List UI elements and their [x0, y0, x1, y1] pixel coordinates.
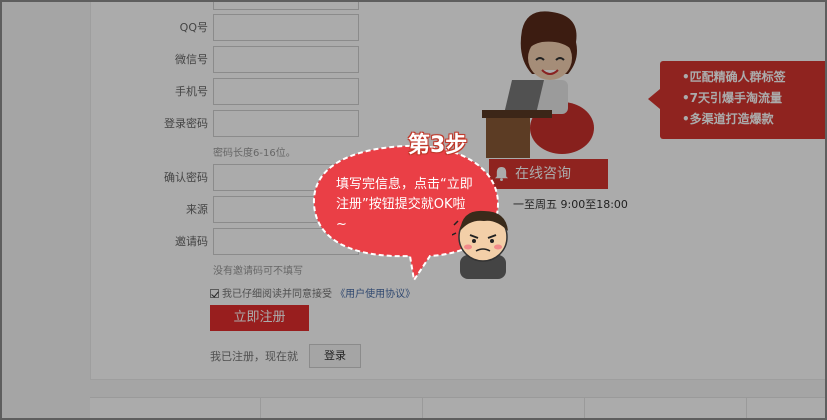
promo-tag: •7天引爆手淘流量 — [682, 91, 783, 105]
login-button[interactable]: 登录 — [309, 344, 361, 368]
already-registered-text: 我已注册，现在就 — [210, 350, 298, 363]
password-label: 登录密码 — [164, 117, 208, 130]
password-input[interactable] — [213, 110, 359, 137]
agree-text: 我已仔细阅读并同意接受 — [222, 289, 332, 300]
password-hint: 密码长度6-16位。 — [213, 148, 296, 159]
partial-input[interactable] — [213, 2, 359, 10]
consult-label: 在线咨询 — [515, 166, 571, 182]
invite-hint: 没有邀请码可不填写 — [213, 266, 303, 277]
promo-tag: •多渠道打造爆款 — [682, 112, 774, 126]
phone-label: 手机号 — [175, 85, 208, 98]
online-consult-button[interactable]: 在线咨询 — [489, 159, 608, 189]
qq-label: QQ号 — [179, 21, 208, 34]
cartoon-man-icon — [452, 210, 508, 279]
step-label: 第3步 — [408, 133, 468, 158]
register-button[interactable]: 立即注册 — [210, 305, 309, 331]
footer-strip — [90, 397, 825, 418]
agreement-link[interactable]: 《用户使用协议》 — [335, 289, 415, 300]
phone-input[interactable] — [213, 78, 359, 105]
service-hours: 一至周五 9:00至18:00 — [513, 198, 628, 211]
footer-divider — [746, 398, 747, 418]
wechat-input[interactable] — [213, 46, 359, 73]
qq-input[interactable] — [213, 14, 359, 41]
invite-label: 邀请码 — [175, 235, 208, 248]
promo-tags: •匹配精确人群标签 •7天引爆手淘流量 •多渠道打造爆款 — [648, 61, 825, 139]
agree-checkbox[interactable] — [210, 289, 219, 298]
footer-divider — [584, 398, 585, 418]
promo-tag: •匹配精确人群标签 — [682, 70, 786, 84]
footer-divider — [260, 398, 261, 418]
footer-divider — [422, 398, 423, 418]
wechat-label: 微信号 — [175, 53, 208, 66]
confirm-label: 确认密码 — [164, 171, 208, 184]
source-label: 来源 — [186, 203, 208, 216]
